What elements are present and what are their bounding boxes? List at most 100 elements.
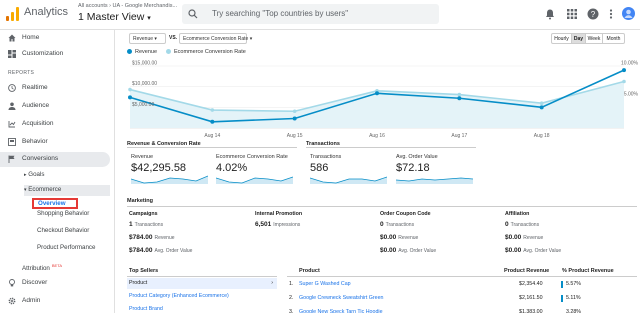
sidebar-item-realtime[interactable]: Realtime [0, 81, 110, 95]
ecr-value: 4.02% [216, 162, 248, 174]
granularity-hourly[interactable]: Hourly [551, 33, 572, 44]
revenue-point [539, 105, 544, 110]
top-bar: Analytics All accounts › UA - Google Mer… [0, 0, 640, 30]
product-link[interactable]: Google Crewneck Sweatshirt Green [299, 295, 384, 301]
revenue-point [375, 91, 379, 96]
view-selector[interactable]: 1 Master View ▾ [78, 11, 151, 23]
stat-value: $784.00 [129, 247, 153, 254]
x-tick-label: Aug 14 [204, 133, 220, 139]
col-header-product-revenue[interactable]: Product Revenue [504, 268, 549, 274]
legend-label: Ecommerce Conversion Rate [174, 49, 246, 55]
table-divider [287, 276, 637, 277]
item-label: Product [129, 280, 148, 286]
stat-label: Impressions [273, 222, 301, 228]
product-link[interactable]: Google New Speck Tarn Tic Hoodie [299, 309, 383, 313]
sidebar-item-overview[interactable]: Overview [32, 198, 78, 209]
sidebar-item-label: Behavior [22, 138, 48, 145]
granularity-day[interactable]: Day [571, 33, 586, 44]
sidebar-item-label: Realtime [22, 84, 48, 91]
sidebar-item-goals[interactable]: ▸ Goals [24, 171, 44, 178]
coupon-transactions: 0 Transactions [380, 221, 414, 228]
sidebar-item-home[interactable]: Home [0, 31, 110, 45]
row-num: 1. [289, 281, 294, 287]
sidebar-item-label: Conversions [22, 155, 59, 162]
stat-label: Transactions [510, 222, 540, 228]
sidebar-item-behavior[interactable]: Behavior [0, 135, 110, 149]
top-sellers-item-product[interactable]: Product › [127, 278, 277, 289]
goals-label: Goals [28, 171, 45, 178]
person-icon [8, 102, 16, 110]
row-num: 3. [289, 309, 294, 313]
stat-label: Revenue [154, 235, 175, 241]
line-chart[interactable]: $15,000.00 $10,000.00 $5,000.00 10.00% 5.00%… [124, 58, 640, 160]
avatar[interactable] [622, 7, 635, 20]
coupon-revenue: $0.00 Revenue [380, 234, 418, 241]
product-pct: 5.57% [566, 281, 582, 287]
sidebar-item-admin[interactable]: Admin [0, 294, 110, 308]
x-tick-label: Aug 16 [369, 133, 385, 139]
top-sellers-divider [127, 276, 277, 277]
legend-label: Revenue [135, 49, 158, 55]
affiliation-aov: $0.00 Avg. Order Value [505, 247, 561, 254]
metric-2-select[interactable]: Ecommerce Conversion Rate ▾ [179, 33, 252, 44]
sidebar-item-ecommerce[interactable]: ▾ Ecommerce [24, 185, 110, 196]
sidebar-item-attribution[interactable]: Attribution BETA [22, 263, 62, 272]
y-right-tick-label: 10.00% [621, 61, 639, 67]
marketing-title: Marketing [127, 198, 153, 204]
col-header-pct-revenue[interactable]: % Product Revenue [562, 268, 614, 274]
apps-grid-icon[interactable] [566, 8, 578, 20]
help-icon[interactable]: ? [587, 8, 599, 20]
revenue-value: $42,295.58 [131, 162, 187, 174]
product-link[interactable]: Super G Washed Cap [299, 281, 351, 287]
revenue-point [128, 95, 132, 100]
metric-1-select[interactable]: Revenue ▾ [129, 33, 166, 44]
stat-value: 0 [505, 221, 509, 228]
product-revenue: $2,354.40 [519, 281, 543, 287]
sidebar-item-acquisition[interactable]: Acquisition [0, 117, 110, 131]
sidebar-item-audience[interactable]: Audience [0, 99, 110, 113]
sidebar-item-discover[interactable]: Discover [0, 276, 110, 290]
col-header-product[interactable]: Product [299, 268, 320, 274]
sidebar-item-product-performance[interactable]: Product Performance [37, 244, 97, 258]
ecr-sparkline [216, 176, 293, 184]
search-bar[interactable]: Try searching "Top countries by users" [182, 4, 439, 24]
sidebar-item-label: Customization [22, 50, 64, 57]
conversion-point [292, 109, 297, 114]
home-icon [8, 34, 16, 42]
search-placeholder: Try searching "Top countries by users" [212, 9, 349, 18]
x-tick-label: Aug 18 [534, 133, 550, 139]
stat-value: 6,501 [255, 221, 272, 228]
chevron-right-icon: › [271, 280, 273, 286]
dashboard-icon [8, 50, 16, 58]
view-name: 1 Master View [78, 11, 145, 23]
breadcrumb[interactable]: All accounts › UA - Google Merchandis... [78, 3, 177, 9]
sidebar-item-shopping-behavior[interactable]: Shopping Behavior [37, 210, 97, 218]
stat-label: Revenue [398, 235, 419, 241]
top-sellers-item-product-category[interactable]: Product Category (Enhanced Ecommerce) [129, 293, 229, 299]
caret-down-icon: ▾ [24, 187, 27, 193]
transactions-value: 586 [310, 162, 329, 174]
campaigns-aov: $784.00 Avg. Order Value [129, 247, 192, 254]
analytics-logo-icon[interactable] [6, 7, 20, 21]
behavior-icon [8, 138, 16, 146]
bell-icon[interactable] [544, 8, 556, 20]
conversion-point [622, 79, 626, 84]
more-vert-icon[interactable] [605, 8, 617, 20]
sidebar-item-customization[interactable]: Customization [0, 47, 110, 61]
transactions-sparkline [310, 176, 387, 184]
top-sellers-item-product-brand[interactable]: Product Brand [129, 306, 163, 313]
stat-value: $784.00 [129, 234, 153, 241]
sidebar-item-conversions[interactable]: Conversions [0, 152, 110, 167]
conversion-point [128, 87, 132, 92]
sidebar-item-checkout-behavior[interactable]: Checkout Behavior [37, 227, 97, 235]
y-right-tick-label: 5.00% [624, 92, 639, 98]
granularity-week[interactable]: Week [585, 33, 603, 44]
card-title: Transactions [306, 141, 340, 147]
ecr-label: Ecommerce Conversion Rate [216, 154, 288, 160]
transactions-label: Transactions [310, 154, 342, 160]
sidebar-item-label: Admin [22, 297, 41, 304]
sidebar: Home Customization REPORTS Realtime Audi… [0, 30, 115, 313]
granularity-month[interactable]: Month [602, 33, 625, 44]
y-left-tick-label: $15,000.00 [132, 61, 157, 67]
revenue-point [457, 96, 462, 101]
